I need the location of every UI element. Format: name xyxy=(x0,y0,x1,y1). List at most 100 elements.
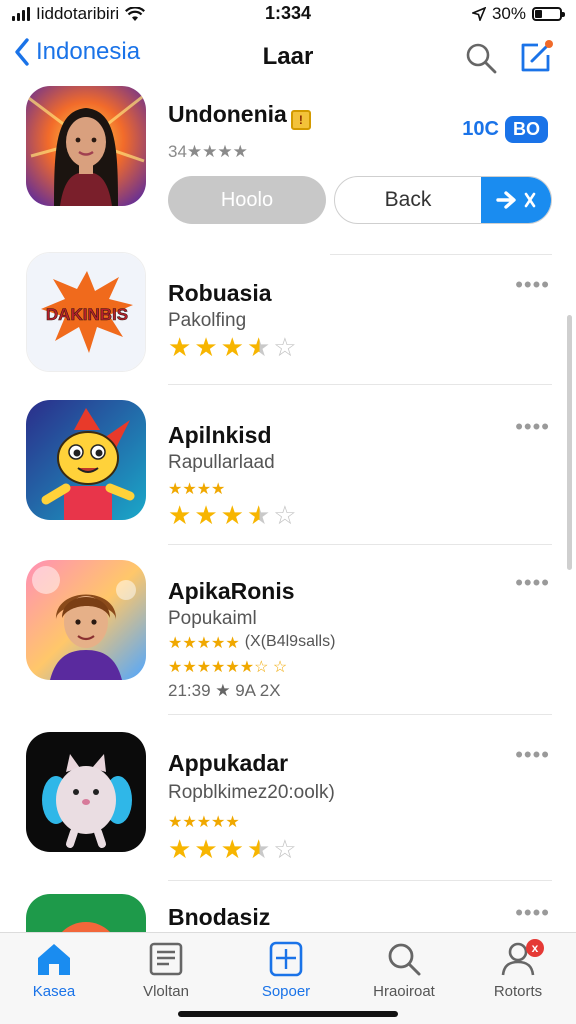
app-subtitle: Rapullarlaad xyxy=(168,452,275,473)
home-indicator xyxy=(178,1011,398,1017)
star-icon: ☆ xyxy=(273,834,297,864)
featured-rating-text: 34★★★★ xyxy=(168,142,248,161)
star-icon: ★ xyxy=(220,834,244,864)
star-rating: ★ ★ ★ ★ ☆ xyxy=(168,836,297,862)
rating-count-text: (X(B4l9salls) xyxy=(244,633,336,650)
battery-percent: 30% xyxy=(491,4,526,23)
app-icon: DAKINBIS xyxy=(26,252,146,372)
navigation-bar: Indonesia Laar xyxy=(0,30,576,86)
open-button[interactable]: Hoolo xyxy=(168,176,326,224)
app-icon xyxy=(26,560,146,680)
star-icon: ★ xyxy=(168,834,192,864)
app-subtitle: Ropblkimez20:oolk) xyxy=(168,782,335,803)
tab-home[interactable]: Kasea xyxy=(4,941,104,1000)
more-options-icon[interactable]: •••• xyxy=(515,274,550,296)
star-icon: ★ xyxy=(246,332,271,362)
star-icon: ★ xyxy=(194,500,218,530)
star-icon: ★ xyxy=(168,332,192,362)
app-store-screen: Iiddotaribiri 1:334 30% Indonesia Laar U… xyxy=(0,0,576,1024)
app-name: Apilnkisd xyxy=(168,422,272,448)
more-options-icon[interactable]: •••• xyxy=(515,572,550,594)
mini-rating: ★★★★ xyxy=(168,481,226,498)
location-arrow-icon xyxy=(471,7,486,21)
home-icon xyxy=(38,944,70,975)
divider xyxy=(168,880,552,881)
status-right: 30% xyxy=(471,4,565,24)
app-icon xyxy=(26,732,146,852)
star-icon: ★ xyxy=(194,834,218,864)
tab-label: Kasea xyxy=(32,983,76,1000)
tab-search[interactable]: Hraoiroat xyxy=(354,941,454,1000)
featured-app[interactable]: Undonenia! 34★★★★ 10C BO Hoolo Back xyxy=(0,86,576,251)
star-icon: ★ xyxy=(246,834,271,864)
star-rating: ★ ★ ★ ★ ☆ xyxy=(168,502,297,528)
app-name: Bnodasiz xyxy=(168,904,271,930)
tab-label: Sopoer xyxy=(261,983,311,1000)
list-item[interactable]: ApikaRonis Popukaiml ★★★★★ (X(B4l9salls)… xyxy=(0,560,576,720)
plus-square-icon xyxy=(269,941,303,977)
mini-stars: ★★★★★ xyxy=(168,814,240,831)
divider xyxy=(168,544,552,545)
star-icon: ☆ xyxy=(273,500,297,530)
tab-label: Rotorts xyxy=(493,983,543,1000)
app-list: Undonenia! 34★★★★ 10C BO Hoolo Back DAKI… xyxy=(0,86,576,932)
featured-app-title: Undonenia xyxy=(168,101,287,127)
arrow-right-icon xyxy=(496,191,536,209)
app-name: ApikaRonis xyxy=(168,578,295,604)
forward-button[interactable] xyxy=(481,177,551,223)
mini-rating: ★★★★★ xyxy=(168,812,240,832)
tab-reports[interactable]: Rotorts x xyxy=(468,939,568,1000)
tab-support[interactable]: Sopoer xyxy=(236,941,336,1000)
mini-rating-row: ★★★★★ (X(B4l9salls) xyxy=(168,633,335,653)
segment-back-button[interactable]: Back xyxy=(335,177,481,223)
list-item[interactable]: DAKINBIS Robuasia Pakolfing ★ ★ ★ ★ ☆ •••• xyxy=(0,252,576,387)
battery-icon xyxy=(532,7,565,21)
star-rating: ★ ★ ★ ★ ☆ xyxy=(168,334,297,360)
price-text: 10C xyxy=(462,118,499,140)
scrollbar[interactable] xyxy=(567,315,572,570)
app-subtitle: Popukaiml xyxy=(168,608,257,629)
list-item[interactable]: Bnodasiz •••• xyxy=(0,894,576,932)
featured-app-icon xyxy=(26,86,146,206)
notification-badge: x xyxy=(526,939,544,957)
price-label[interactable]: 10C BO xyxy=(462,116,548,143)
search-icon xyxy=(388,943,421,976)
more-options-icon[interactable]: •••• xyxy=(515,416,550,438)
compose-icon[interactable] xyxy=(518,39,554,75)
app-icon xyxy=(26,400,146,520)
star-icon: ★ xyxy=(194,332,218,362)
more-options-icon[interactable]: •••• xyxy=(515,744,550,766)
award-badge-icon: ! xyxy=(290,110,311,130)
app-meta: 21:39 ★ 9A 2X xyxy=(168,681,281,700)
list-item[interactable]: Appukadar Ropblkimez20:oolk) ★★★★★ ★ ★ ★ ★ ☆… xyxy=(0,732,576,882)
app-name: Robuasia xyxy=(168,280,272,306)
list-item[interactable]: Apilnkisd Rapullarlaad ★★★★ ★ ★ ★ ★ ☆ •••• xyxy=(0,400,576,550)
segmented-control: Back xyxy=(334,176,552,224)
divider xyxy=(168,714,552,715)
tab-news[interactable]: Vloltan xyxy=(116,941,216,1000)
tab-label: Vloltan xyxy=(143,983,189,1000)
star-icon: ☆ xyxy=(273,332,297,362)
price-pill: BO xyxy=(505,116,548,143)
back-label: Indonesia xyxy=(36,38,141,65)
news-icon xyxy=(149,942,183,976)
featured-app-name: Undonenia! xyxy=(168,101,311,130)
tab-label: Hraoiroat xyxy=(373,983,435,1000)
battery-fill xyxy=(535,10,543,18)
status-bar: Iiddotaribiri 1:334 30% xyxy=(0,0,576,26)
app-icon xyxy=(26,894,146,932)
star-icon: ★ xyxy=(246,500,271,530)
star-icon: ★ xyxy=(168,500,192,530)
app-name: Appukadar xyxy=(168,750,289,776)
star-icon: ★ xyxy=(220,332,244,362)
star-icon: ★ xyxy=(220,500,244,530)
app-logo-text: DAKINBIS xyxy=(46,305,128,324)
chevron-left-icon xyxy=(15,38,29,66)
back-button[interactable]: Indonesia xyxy=(14,38,140,66)
mini-stars: ★★★★★ xyxy=(168,635,240,652)
search-icon[interactable] xyxy=(464,41,498,75)
more-options-icon[interactable]: •••• xyxy=(515,902,550,924)
secondary-rating: ★★★★★★☆ ☆ xyxy=(168,659,288,676)
app-subtitle: Pakolfing xyxy=(168,310,247,331)
divider xyxy=(168,384,552,385)
